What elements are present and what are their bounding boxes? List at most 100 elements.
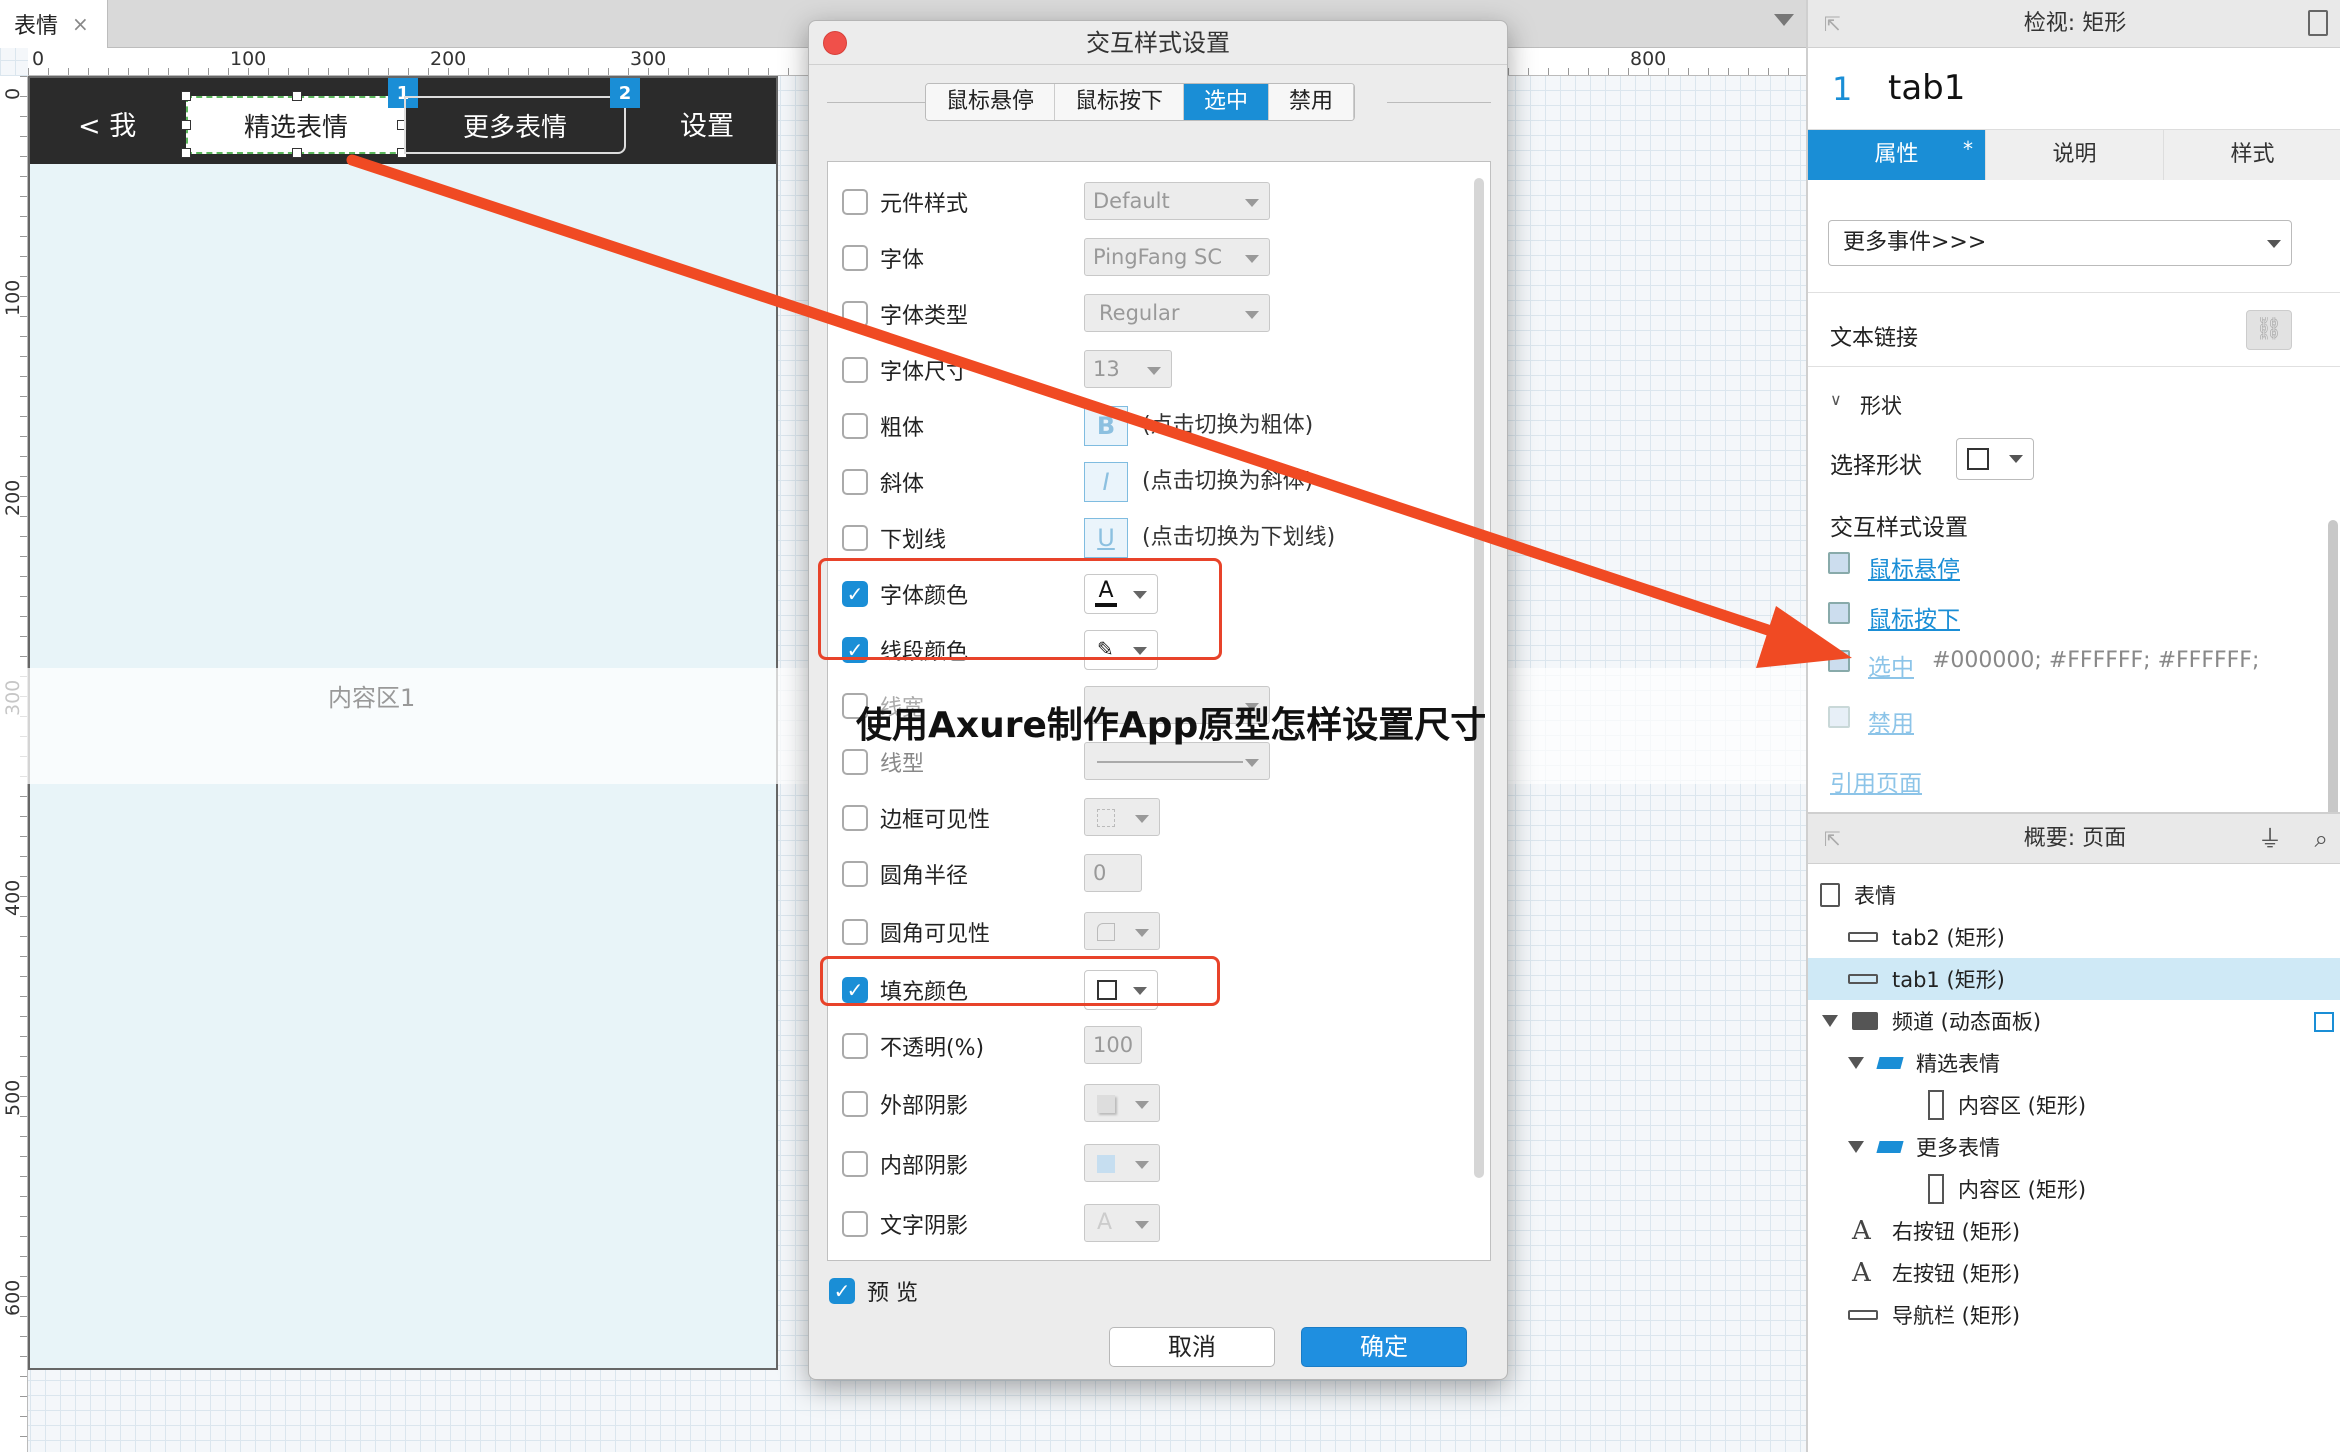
widget-style-select[interactable]: Default (1084, 182, 1270, 220)
nav-back-button[interactable]: < 我 (78, 104, 136, 143)
checkbox[interactable] (842, 1033, 868, 1059)
chevron-down-icon (1135, 1221, 1149, 1229)
outline-item[interactable]: A 右按钮 (矩形) (1808, 1210, 2340, 1252)
font-size-select[interactable]: 13 (1084, 350, 1172, 388)
bold-icon[interactable]: B (1084, 406, 1128, 446)
tab1-rectangle[interactable]: 精选表情 (181, 91, 407, 158)
close-icon[interactable] (823, 31, 847, 55)
outline-item[interactable]: A 左按钮 (矩形) (1808, 1252, 2340, 1294)
outline-header: ⇱ 概要: 页面 ⏚ ⌕ (1808, 814, 2340, 864)
scrollbar[interactable] (1474, 178, 1484, 1178)
underline-icon[interactable]: U (1084, 518, 1128, 558)
checkbox[interactable] (842, 805, 868, 831)
outline-item[interactable]: 导航栏 (矩形) (1808, 1294, 2340, 1336)
more-events-select[interactable]: 更多事件>>> (1828, 220, 2292, 266)
chevron-down-icon[interactable]: ∨ (1830, 390, 1842, 409)
inner-shadow-select[interactable] (1084, 1144, 1160, 1182)
checkbox[interactable] (842, 357, 868, 383)
shape-picker[interactable] (1956, 438, 2034, 480)
resize-handle[interactable] (292, 148, 302, 158)
outer-shadow-select[interactable] (1084, 1084, 1160, 1122)
checkbox[interactable] (842, 525, 868, 551)
banner-title: 使用Axure制作App原型怎样设置尺寸 (856, 705, 1487, 746)
link-mousedown[interactable]: 鼠标按下 (1868, 600, 1960, 634)
selected-style-values: #000000; #FFFFFF; #FFFFFF; (1932, 648, 2260, 673)
outline-item[interactable]: tab2 (矩形) (1808, 916, 2340, 958)
tab-notes[interactable]: 说明 (1986, 130, 2164, 180)
chevron-down-icon (1147, 367, 1161, 375)
expand-icon[interactable] (1848, 1141, 1864, 1153)
modified-marker: * (1963, 137, 1973, 161)
link-hover[interactable]: 鼠标悬停 (1868, 550, 1960, 584)
link-reference-page[interactable]: 引用页面 (1830, 764, 1922, 798)
row-label: 圆角半径 (880, 864, 969, 889)
ruler-label: 200 (430, 48, 467, 70)
collapse-icon[interactable]: ⇱ (1824, 0, 1841, 48)
checkbox[interactable] (842, 1211, 868, 1237)
widget-name-input[interactable]: tab1 (1888, 68, 1965, 108)
text-shadow-select[interactable]: A (1084, 1204, 1160, 1242)
tab-mousedown[interactable]: 鼠标按下 (1055, 84, 1185, 120)
interaction-badge[interactable]: 2 (610, 78, 640, 108)
corner-radius-input[interactable]: 0 (1084, 854, 1142, 892)
border-visibility-select[interactable] (1084, 798, 1160, 836)
checkbox[interactable] (842, 301, 868, 327)
resize-handle[interactable] (181, 120, 191, 130)
outline-item[interactable]: 内容区 (矩形) (1808, 1168, 2340, 1210)
tab-disabled[interactable]: 禁用 (1269, 84, 1355, 120)
chevron-down-icon (1245, 199, 1259, 207)
font-select[interactable]: PingFang SC (1084, 238, 1270, 276)
checkbox[interactable] (842, 1151, 868, 1177)
cancel-button[interactable]: 取消 (1109, 1327, 1275, 1367)
outline-item[interactable]: 精选表情 (1808, 1042, 2340, 1084)
checkbox[interactable] (842, 1091, 868, 1117)
resize-handle[interactable] (292, 91, 302, 101)
filter-icon[interactable]: ⏚ (2258, 814, 2282, 864)
panel-toggle-icon[interactable] (2314, 1012, 2334, 1032)
opacity-input[interactable]: 100 (1084, 1026, 1142, 1064)
checkbox[interactable] (842, 413, 868, 439)
nav-settings-button[interactable]: 设置 (680, 104, 734, 143)
chevron-down-icon (1135, 815, 1149, 823)
rectangle-icon (1928, 1174, 1944, 1204)
tab-hover[interactable]: 鼠标悬停 (926, 84, 1056, 120)
font-weight-select[interactable]: Regular (1084, 294, 1270, 332)
outline-item[interactable]: 表情 (1808, 874, 2340, 916)
tab-style[interactable]: 样式 (2164, 130, 2340, 180)
resize-handle[interactable] (181, 91, 191, 101)
ruler-label: 600 (2, 1279, 24, 1316)
checkbox[interactable] (842, 245, 868, 271)
document-tab[interactable]: 表情 × (0, 0, 108, 48)
chevron-down-icon[interactable] (1774, 14, 1794, 26)
link-icon[interactable]: ⛓ (2246, 310, 2292, 350)
expand-icon[interactable] (1822, 1015, 1838, 1027)
checkbox[interactable] (842, 189, 868, 215)
outline-item[interactable]: 更多表情 (1808, 1126, 2340, 1168)
corner-visibility-select[interactable] (1084, 912, 1160, 950)
outline-item[interactable]: 内容区 (矩形) (1808, 1084, 2340, 1126)
outline-item-label: 更多表情 (1916, 1136, 2000, 1160)
search-icon[interactable]: ⌕ (2315, 814, 2328, 864)
tab-properties[interactable]: 属性 * (1808, 130, 1986, 180)
tab-selected[interactable]: 选中 (1184, 84, 1270, 120)
ok-button[interactable]: 确定 (1301, 1327, 1467, 1367)
collapse-icon[interactable]: ⇱ (1824, 814, 1841, 864)
chevron-down-icon (1135, 1101, 1149, 1109)
close-icon[interactable]: × (72, 12, 89, 36)
outline-item[interactable]: 频道 (动态面板) (1808, 1000, 2340, 1042)
tab2-rectangle[interactable]: 更多表情 (404, 96, 626, 154)
checkbox[interactable] (842, 919, 868, 945)
italic-icon[interactable]: I (1084, 462, 1128, 502)
link-disabled[interactable]: 禁用 (1868, 704, 1914, 738)
scrollbar[interactable] (2328, 520, 2338, 820)
phone-nav-bar[interactable]: < 我 精选表情 1 更多表情 2 设置 (30, 78, 776, 164)
expand-icon[interactable] (1848, 1057, 1864, 1069)
checkbox[interactable] (842, 749, 868, 775)
preview-checkbox[interactable]: ✓ (829, 1278, 855, 1304)
outline-item-selected[interactable]: tab1 (矩形) (1808, 958, 2340, 1000)
checkbox[interactable] (842, 469, 868, 495)
link-selected[interactable]: 选中 (1868, 648, 1914, 682)
resize-handle[interactable] (181, 148, 191, 158)
checkbox[interactable] (842, 861, 868, 887)
page-icon[interactable] (2308, 10, 2328, 36)
